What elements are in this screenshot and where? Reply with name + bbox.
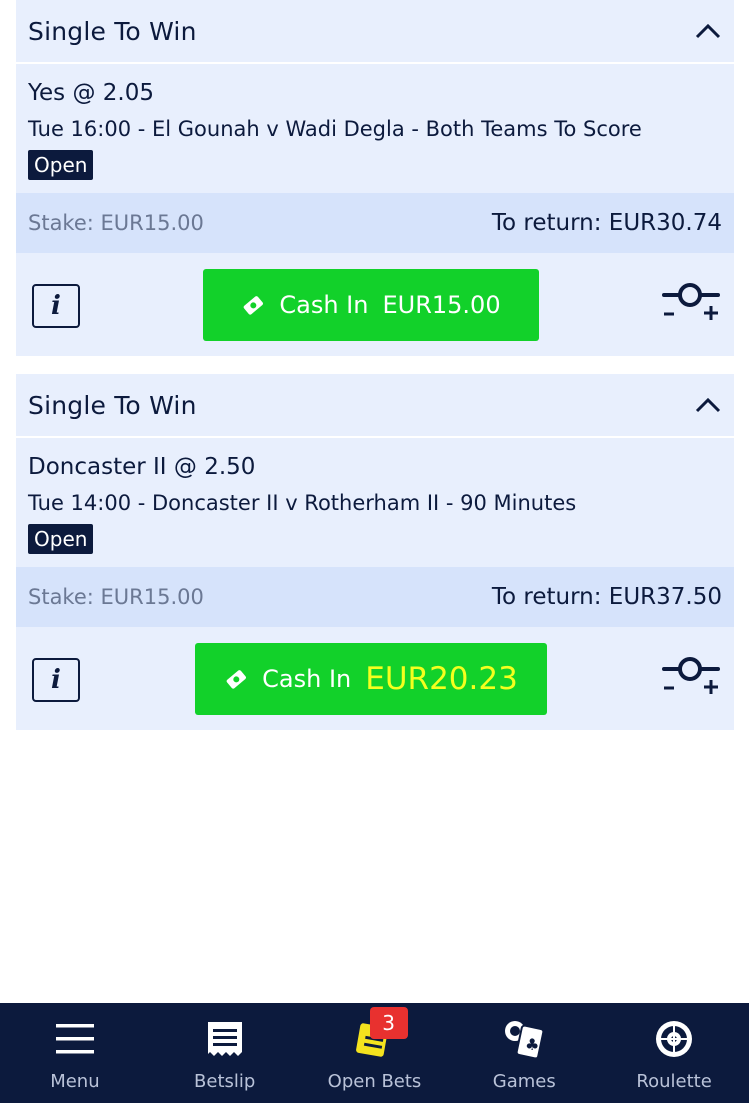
event-description: Tue 14:00 - Doncaster II v Rotherham II …	[28, 491, 577, 515]
cash-in-button[interactable]: Cash In EUR15.00	[203, 269, 539, 341]
stake-row: Stake: EUR15.00 To return: EUR37.50	[16, 567, 734, 627]
cash-in-label: Cash In	[262, 665, 352, 693]
open-bets-page: Single To Win Yes @ 2.05 Tue 16:00 - El …	[0, 0, 749, 1103]
return-amount: To return: EUR37.50	[491, 584, 722, 610]
bet-selection: Yes @ 2.05 Tue 16:00 - El Gounah v Wadi …	[16, 64, 734, 193]
stake-row: Stake: EUR15.00 To return: EUR30.74	[16, 193, 734, 253]
open-bets-count-badge: 3	[369, 1007, 408, 1039]
edit-bet-icon[interactable]	[662, 283, 720, 323]
cash-in-icon	[241, 293, 265, 317]
nav-label: Open Bets	[327, 1071, 422, 1092]
nav-label: Menu	[50, 1071, 100, 1092]
bet-actions: i Cash In EUR15.00	[16, 253, 734, 356]
bottom-nav: Menu Betslip 3 Open Bets ♣ Games Roulett…	[0, 1003, 749, 1103]
hamburger-icon	[55, 1019, 94, 1059]
bet-type-title: Single To Win	[28, 16, 197, 46]
cash-in-label: Cash In	[279, 291, 369, 319]
stake-amount: Stake: EUR15.00	[28, 585, 204, 609]
nav-item-roulette[interactable]: Roulette	[599, 1003, 749, 1103]
nav-item-menu[interactable]: Menu	[0, 1003, 150, 1103]
chevron-up-icon[interactable]	[694, 391, 722, 419]
bet-card-header[interactable]: Single To Win	[16, 0, 734, 64]
event-description: Tue 16:00 - El Gounah v Wadi Degla - Bot…	[28, 117, 642, 141]
nav-label: Betslip	[194, 1071, 256, 1092]
stake-amount: Stake: EUR15.00	[28, 211, 204, 235]
selection-odds: Yes @ 2.05	[28, 80, 154, 106]
receipt-icon	[206, 1019, 244, 1059]
nav-item-betslip[interactable]: Betslip	[150, 1003, 300, 1103]
nav-item-games[interactable]: ♣ Games	[449, 1003, 599, 1103]
bet-type-title: Single To Win	[28, 390, 197, 420]
cash-in-icon	[224, 667, 248, 691]
bet-card: Single To Win Doncaster II @ 2.50 Tue 14…	[16, 374, 734, 730]
nav-label: Roulette	[636, 1071, 712, 1092]
bet-selection: Doncaster II @ 2.50 Tue 14:00 - Doncaste…	[16, 438, 734, 567]
selection-odds: Doncaster II @ 2.50	[28, 454, 256, 480]
bet-card: Single To Win Yes @ 2.05 Tue 16:00 - El …	[16, 0, 734, 356]
info-button[interactable]: i	[32, 658, 80, 702]
nav-item-open-bets[interactable]: 3 Open Bets	[300, 1003, 450, 1103]
edit-bet-icon[interactable]	[662, 657, 720, 697]
status-badge: Open	[28, 150, 94, 180]
cash-in-amount: EUR20.23	[365, 661, 518, 697]
chevron-up-icon[interactable]	[694, 17, 722, 45]
return-amount: To return: EUR30.74	[491, 210, 722, 236]
roulette-icon	[654, 1019, 694, 1059]
cash-in-amount: EUR15.00	[382, 291, 501, 319]
cards-icon: ♣	[503, 1019, 545, 1059]
bet-card-header[interactable]: Single To Win	[16, 374, 734, 438]
svg-text:♣: ♣	[525, 1035, 539, 1054]
cash-in-button[interactable]: Cash In EUR20.23	[195, 643, 547, 715]
info-button[interactable]: i	[32, 284, 80, 328]
nav-label: Games	[492, 1071, 556, 1092]
status-badge: Open	[28, 524, 94, 554]
bet-actions: i Cash In EUR20.23	[16, 627, 734, 730]
